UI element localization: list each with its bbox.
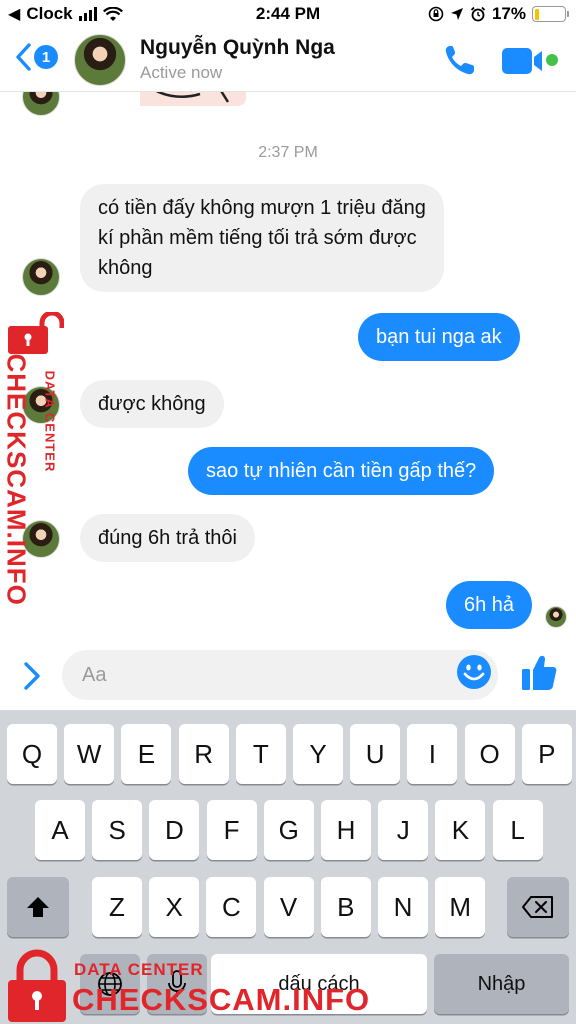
key-c[interactable]: C [206, 877, 257, 937]
online-indicator [546, 54, 558, 66]
conversation-header: 1 Nguyễn Quỳnh Nga Active now [0, 30, 576, 92]
message-timestamp: 2:37 PM [258, 144, 318, 161]
keyboard: QWERTYUIOP ASDFGHJKL ZXCVBNM dấu cách Nh… [0, 710, 576, 1024]
key-y[interactable]: Y [293, 724, 343, 784]
outgoing-message-bubble[interactable]: 6h hả [446, 581, 533, 629]
microphone-icon [168, 970, 186, 997]
location-icon [450, 8, 463, 20]
sticker-partial [140, 92, 246, 106]
key-k[interactable]: K [435, 800, 486, 860]
status-right: 17% [428, 4, 569, 24]
key-q[interactable]: Q [7, 724, 57, 784]
message-input-container[interactable] [62, 650, 498, 700]
space-key[interactable]: dấu cách [211, 954, 427, 1014]
mic-key[interactable] [147, 954, 207, 1014]
backspace-key[interactable] [507, 877, 569, 937]
message-input[interactable] [82, 650, 442, 700]
key-n[interactable]: N [378, 877, 428, 937]
incoming-message-bubble[interactable]: đúng 6h trả thôi [80, 514, 255, 562]
key-u[interactable]: U [350, 724, 401, 784]
key-w[interactable]: W [64, 724, 115, 784]
battery-percent: 17% [491, 4, 526, 23]
sender-avatar[interactable] [22, 92, 60, 116]
message-list[interactable]: 2:37 PM có tiền đấy không mượn 1 triệu đ… [0, 92, 576, 644]
sender-avatar[interactable] [22, 386, 60, 424]
chevron-right-icon[interactable] [20, 658, 44, 694]
incoming-message-bubble[interactable]: có tiền đấy không mượn 1 triệu đăng kí p… [80, 184, 444, 292]
seen-receipt-avatar [545, 606, 567, 628]
key-p[interactable]: P [521, 724, 572, 784]
contact-name[interactable]: Nguyễn Quỳnh Nga [140, 36, 335, 60]
key-o[interactable]: O [464, 724, 515, 784]
alarm-icon [470, 6, 486, 22]
key-v[interactable]: V [263, 877, 314, 937]
back-button[interactable]: 1 [14, 42, 58, 72]
key-d[interactable]: D [149, 800, 200, 860]
key-x[interactable]: X [149, 877, 200, 937]
return-key[interactable]: Nhập [434, 954, 569, 1014]
key-f[interactable]: F [206, 800, 257, 860]
incoming-message-bubble[interactable]: được không [80, 380, 224, 428]
key-r[interactable]: R [178, 724, 229, 784]
battery-icon [532, 6, 569, 22]
unread-badge: 1 [34, 45, 58, 69]
backspace-icon [522, 896, 553, 918]
outgoing-message-bubble[interactable]: bạn tui nga ak [358, 313, 520, 361]
thumbs-up-icon[interactable] [520, 652, 558, 692]
status-bar: ◀ Clock 2:44 PM 17% [0, 0, 576, 30]
shift-icon [27, 897, 49, 917]
contact-avatar[interactable] [74, 34, 126, 86]
key-h[interactable]: H [321, 800, 371, 860]
key-t[interactable]: T [235, 724, 286, 784]
battery-level [534, 8, 540, 20]
phone-icon[interactable] [442, 42, 482, 78]
key-b[interactable]: B [320, 877, 371, 937]
key-g[interactable]: G [263, 800, 314, 860]
key-a[interactable]: A [35, 800, 85, 860]
key-e[interactable]: E [121, 724, 172, 784]
globe-key[interactable] [80, 954, 140, 1014]
shift-key[interactable] [7, 877, 69, 937]
rotation-lock-icon [428, 6, 444, 22]
active-status: Active now [140, 63, 223, 82]
sender-avatar[interactable] [22, 258, 60, 296]
key-j[interactable]: J [378, 800, 429, 860]
chevron-left-icon [16, 43, 31, 71]
smiley-icon[interactable] [456, 654, 492, 690]
globe-icon [98, 972, 122, 996]
key-z[interactable]: Z [92, 877, 142, 937]
key-s[interactable]: S [92, 800, 143, 860]
key-l[interactable]: L [492, 800, 543, 860]
outgoing-message-bubble[interactable]: sao tự nhiên cần tiền gấp thế? [188, 447, 495, 495]
key-m[interactable]: M [435, 877, 486, 937]
key-i[interactable]: I [407, 724, 458, 784]
sender-avatar[interactable] [22, 520, 60, 558]
